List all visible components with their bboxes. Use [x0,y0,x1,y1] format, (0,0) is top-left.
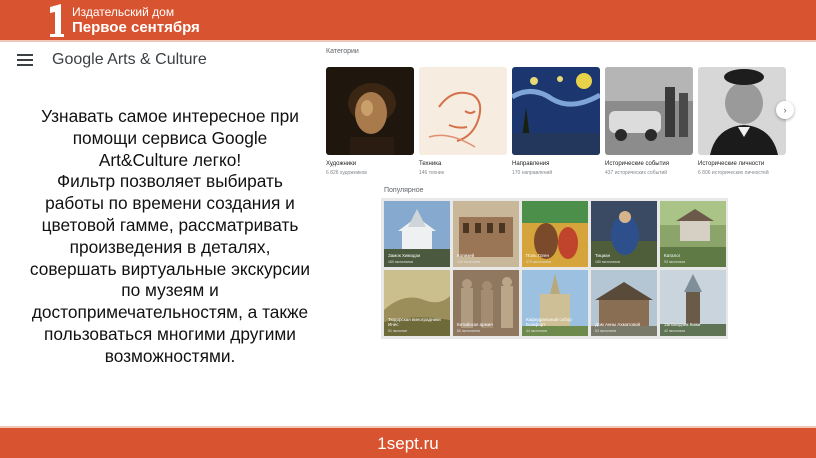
category-card-historical-figures[interactable] [698,67,786,155]
description-line: достопримечательностям, а также [31,302,309,323]
popular-name: Тициан [595,253,611,258]
popular-name: Заповедник Кижи [664,322,701,327]
popular-count: 375 экспонатов [526,260,551,264]
category-name: Художники [326,161,357,167]
popular-heading: Популярное [384,187,424,194]
popular-count: 42 экспоната [664,329,686,333]
popular-tile[interactable]: Тициан 180 экспонатов [591,201,657,267]
starry-night-image [512,67,600,155]
header-divider [0,40,816,42]
popular-count: 180 экспонатов [595,260,620,264]
red-chalk-drawing-image [419,67,507,155]
popular-tile[interactable]: Колизей 132 экспоната [453,201,519,267]
popular-tile[interactable]: Поль Гоген 375 экспонатов [522,201,588,267]
popular-count: 160 экспонатов [388,260,413,264]
popular-tile[interactable]: Дом Анны Ахматовой 83 экспоната [591,270,657,336]
popular-count: 132 экспоната [457,260,481,264]
popular-name: Каталог [664,253,681,258]
category-count: 146 техник [419,170,444,176]
category-name: Техника [419,161,442,167]
app-title[interactable]: Google Arts & Culture [52,51,207,69]
popular-name: Дом Анны Ахматовой [595,322,641,327]
publisher-name-line1: Издательский дом [72,5,175,19]
category-count: 170 направлений [512,170,553,176]
popular-name: Замок Химэдзи [388,253,421,258]
popular-name: Колизей [457,253,475,258]
site-url[interactable]: 1sept.ru [0,434,816,454]
category-card-artists[interactable] [326,67,414,155]
popular-tile[interactable]: Кафедральный собор Бомфорт 44 экспоната [522,270,588,336]
popular-tile[interactable]: Замок Химэдзи 160 экспонатов [384,201,450,267]
description-line: работы по времени создания и [45,193,295,214]
category-count: 6 826 художников [326,170,367,176]
popular-tile[interactable]: Заповедник Кижи 42 экспоната [660,270,726,336]
category-card-movements[interactable] [512,67,600,155]
description-line: Art&Culture легко! [98,149,242,170]
historical-photo-image [605,67,693,155]
popular-name: Кафедральный собор Бомфорт [526,317,572,327]
publisher-logo-icon [50,4,64,37]
hamburger-menu-icon[interactable] [17,54,33,66]
description-line: цветовой гамме, рассматривать [41,214,299,235]
description-line: помощи сервиса Google [72,127,268,148]
category-count: 6 806 исторических личностей [698,170,769,176]
popular-count: 83 экспоната [595,329,617,333]
popular-name: Китайская армия [457,322,493,327]
popular-grid: Замок Химэдзи 160 экспонатов Колизей 132… [381,198,728,339]
description-line: Фильтр позволяет выбирать [57,171,283,192]
categories-heading: Категории [326,48,359,55]
popular-count: 80 экспонатов [457,329,480,333]
popular-name: Поль Гоген [526,253,550,258]
popular-tile[interactable]: Каталог 93 экспоната [660,201,726,267]
chevron-right-icon[interactable]: › [776,101,794,119]
category-card-historical-events[interactable] [605,67,693,155]
artist-portrait-image [326,67,414,155]
category-count: 437 исторических событий [605,170,668,176]
category-name: Исторические события [605,161,669,167]
description-line: совершать виртуальные экскурсии [29,258,311,279]
popular-count: 93 экспоната [664,260,686,264]
popular-name: Тюдорская виноградники Инес [388,317,441,327]
popular-tile[interactable]: Китайская армия 80 экспонатов [453,270,519,336]
description-text: Узнавать самое интересное при помощи сер… [14,106,326,368]
description-line: по музеям и [121,280,219,301]
popular-count: 51 экспонат [388,329,408,333]
popular-tile[interactable]: Тюдорская виноградники Инес 51 экспонат [384,270,450,336]
description-line: пользоваться многими другими [44,323,296,344]
category-name: Направления [512,161,550,167]
description-line: произведения в деталях, [69,236,271,257]
description-line: возможностями. [104,345,236,366]
category-name: Исторические личности [698,161,765,167]
historical-figure-portrait-image [698,67,786,155]
description-line: Узнавать самое интересное при [41,106,299,126]
publisher-name-line2: Первое сентября [72,19,200,36]
popular-count: 44 экспоната [526,329,548,333]
category-card-technique[interactable] [419,67,507,155]
